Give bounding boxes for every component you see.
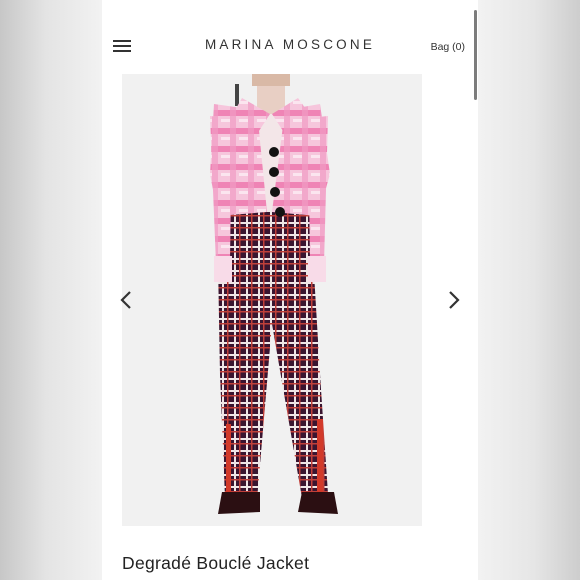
- chevron-right-icon[interactable]: [442, 288, 464, 312]
- bag-link[interactable]: Bag (0): [431, 41, 465, 53]
- scrollbar[interactable]: [474, 10, 477, 100]
- chevron-left-icon[interactable]: [116, 288, 138, 312]
- phone-screen: MARINA MOSCONE Bag (0) Degradé Bouclé Ja…: [102, 0, 478, 580]
- product-title: Degradé Bouclé Jacket: [122, 553, 310, 573]
- product-image[interactable]: [122, 74, 422, 526]
- product-photo: [122, 74, 422, 526]
- brand-logo[interactable]: MARINA MOSCONE: [102, 37, 478, 52]
